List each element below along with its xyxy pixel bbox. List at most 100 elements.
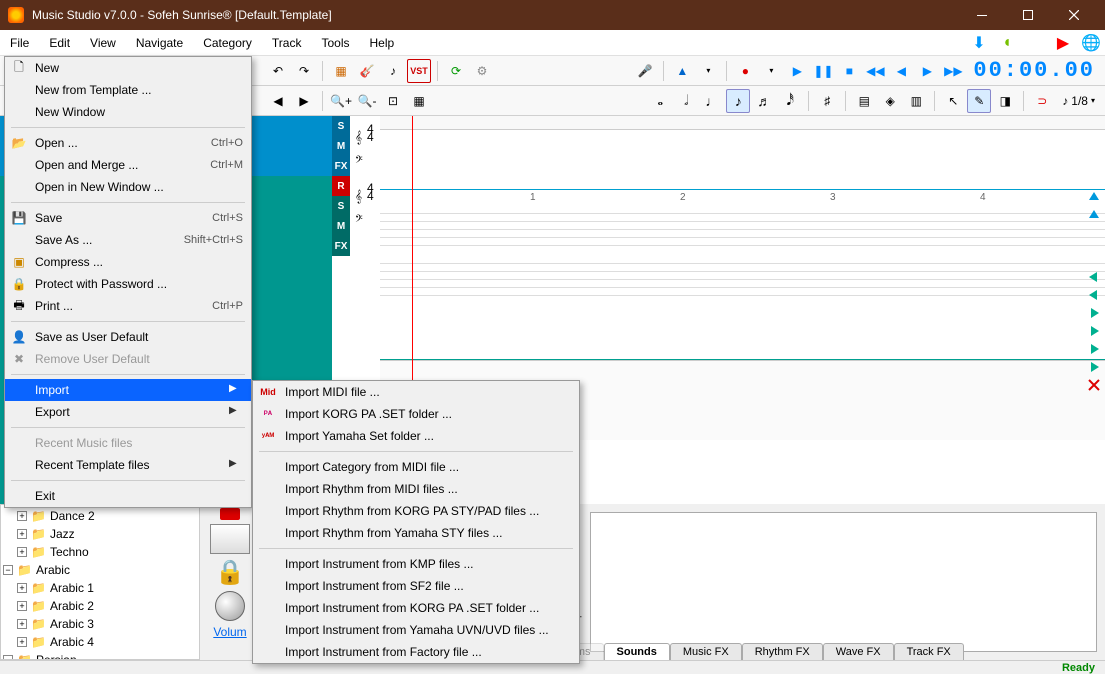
tree-expand-icon[interactable]: + xyxy=(17,583,27,593)
minimize-button[interactable] xyxy=(959,0,1005,30)
import-korg-set[interactable]: ᴾᴬImport KORG PA .SET folder ... xyxy=(253,403,579,425)
delete-icon[interactable] xyxy=(1087,378,1101,392)
arrow-right-icon[interactable] xyxy=(1087,342,1101,356)
tab-music-fx[interactable]: Music FX xyxy=(670,643,742,660)
track1-solo[interactable]: S xyxy=(332,116,350,136)
zoom-in-icon[interactable]: 🔍+ xyxy=(329,89,353,113)
play-button[interactable]: ▶ xyxy=(785,59,809,83)
quarter-note-icon[interactable]: ♩ xyxy=(700,89,724,113)
record-dropdown-icon[interactable]: ▾ xyxy=(759,59,783,83)
import-instrument-factory[interactable]: Import Instrument from Factory file ... xyxy=(253,641,579,663)
menu-save[interactable]: 💾SaveCtrl+S xyxy=(5,207,251,229)
import-rhythm-korg[interactable]: Import Rhythm from KORG PA STY/PAD files… xyxy=(253,500,579,522)
eraser-tool-icon[interactable]: ◨ xyxy=(993,89,1017,113)
description-box[interactable] xyxy=(590,512,1097,652)
close-button[interactable] xyxy=(1051,0,1097,30)
grid-a-icon[interactable]: ▤ xyxy=(852,89,876,113)
menu-open[interactable]: 📂Open ...Ctrl+O xyxy=(5,132,251,154)
snap-icon[interactable]: ⊃ xyxy=(1030,89,1054,113)
undo-icon[interactable]: ↶ xyxy=(266,59,290,83)
grid-b-icon[interactable]: ◈ xyxy=(878,89,902,113)
download-icon[interactable]: ⬇ xyxy=(965,30,993,55)
menu-open-new-window[interactable]: Open in New Window ... xyxy=(5,176,251,198)
note-value-selector[interactable]: ♪1/8▾ xyxy=(1056,94,1101,108)
import-midi[interactable]: MidImport MIDI file ... xyxy=(253,381,579,403)
import-rhythm-yamaha[interactable]: Import Rhythm from Yamaha STY files ... xyxy=(253,522,579,544)
arrow-right-icon[interactable] xyxy=(1087,360,1101,374)
tree-expand-icon[interactable]: + xyxy=(17,547,27,557)
menu-category[interactable]: Category xyxy=(193,30,262,55)
volume-link[interactable]: Volum xyxy=(213,625,246,639)
zoom-sel-icon[interactable]: ⊡ xyxy=(381,89,405,113)
sixteenth-note-icon[interactable]: ♬ xyxy=(752,89,776,113)
record-button[interactable]: ● xyxy=(733,59,757,83)
forward-end-button[interactable]: ▶▶ xyxy=(941,59,965,83)
keyboard-icon[interactable] xyxy=(210,524,250,554)
half-note-icon[interactable]: 𝅗𝅥 xyxy=(674,89,698,113)
arrow-up-icon[interactable] xyxy=(1087,208,1101,222)
tree-expand-icon[interactable]: + xyxy=(17,529,27,539)
track2-solo[interactable]: S xyxy=(332,196,350,216)
import-instrument-sf2[interactable]: Import Instrument from SF2 file ... xyxy=(253,575,579,597)
forward-button[interactable]: ▶ xyxy=(915,59,939,83)
menu-edit[interactable]: Edit xyxy=(39,30,80,55)
import-rhythm-midi[interactable]: Import Rhythm from MIDI files ... xyxy=(253,478,579,500)
sharp-icon[interactable]: ♯ xyxy=(815,89,839,113)
track2-mute[interactable]: M xyxy=(332,216,350,236)
metronome-icon[interactable]: ▲ xyxy=(670,59,694,83)
metronome-dropdown-icon[interactable]: ▾ xyxy=(696,59,720,83)
menu-protect[interactable]: 🔒Protect with Password ... xyxy=(5,273,251,295)
import-yamaha-set[interactable]: ʸᴬᴹImport Yamaha Set folder ... xyxy=(253,425,579,447)
import-instrument-kmp[interactable]: Import Instrument from KMP files ... xyxy=(253,553,579,575)
whole-note-icon[interactable]: 𝅝 xyxy=(648,89,672,113)
track1-mute[interactable]: M xyxy=(332,136,350,156)
mixer-icon[interactable]: ▦ xyxy=(329,59,353,83)
track2-fx[interactable]: FX xyxy=(332,236,350,256)
track2-record[interactable]: R xyxy=(332,176,350,196)
rewind-button[interactable]: ◀ xyxy=(889,59,913,83)
vst-icon[interactable]: VST xyxy=(407,59,431,83)
menu-tools[interactable]: Tools xyxy=(311,30,359,55)
category-tree[interactable]: +📁Dance 2 +📁Jazz +📁Techno −📁Arabic +📁Ara… xyxy=(0,504,200,660)
redo-icon[interactable]: ↷ xyxy=(292,59,316,83)
menu-exit[interactable]: Exit xyxy=(5,485,251,507)
menu-view[interactable]: View xyxy=(80,30,126,55)
pause-button[interactable]: ❚❚ xyxy=(811,59,835,83)
tab-rhythm-fx[interactable]: Rhythm FX xyxy=(742,643,823,660)
import-category-midi[interactable]: Import Category from MIDI file ... xyxy=(253,456,579,478)
guitar-icon[interactable]: 🎸 xyxy=(355,59,379,83)
tab-sounds[interactable]: Sounds xyxy=(604,643,670,660)
globe-icon[interactable]: 🌐 xyxy=(1077,30,1105,55)
android-icon[interactable]: ◖ xyxy=(993,30,1021,55)
timeline-lane-2[interactable]: 1 2 3 4 xyxy=(380,190,1105,360)
tree-expand-icon[interactable]: + xyxy=(17,619,27,629)
import-instrument-yamaha[interactable]: Import Instrument from Yamaha UVN/UVD fi… xyxy=(253,619,579,641)
eighth-note-icon[interactable]: ♪ xyxy=(726,89,750,113)
menu-import[interactable]: Import▶ xyxy=(5,379,251,401)
menu-help[interactable]: Help xyxy=(359,30,404,55)
timeline-ruler[interactable] xyxy=(380,116,1105,130)
menu-compress[interactable]: ▣Compress ... xyxy=(5,251,251,273)
arrow-tool-icon[interactable]: ↖ xyxy=(941,89,965,113)
menu-file[interactable]: File xyxy=(0,30,39,55)
menu-recent-templates[interactable]: Recent Template files▶ xyxy=(5,454,251,476)
thirtysecond-note-icon[interactable]: 𝅘𝅥𝅰 xyxy=(778,89,802,113)
pencil-tool-icon[interactable]: ✎ xyxy=(967,89,991,113)
mic-icon[interactable]: 🎤 xyxy=(633,59,657,83)
menu-remove-default[interactable]: ✖Remove User Default xyxy=(5,348,251,370)
track1-fx[interactable]: FX xyxy=(332,156,350,176)
menu-save-as[interactable]: Save As ...Shift+Ctrl+S xyxy=(5,229,251,251)
grid-icon[interactable]: ▦ xyxy=(407,89,431,113)
timeline-lane-1[interactable] xyxy=(380,130,1105,190)
tree-expand-icon[interactable]: + xyxy=(17,637,27,647)
lock-icon[interactable]: 🔒 xyxy=(215,558,245,587)
volume-knob[interactable] xyxy=(215,591,245,621)
import-instrument-korg[interactable]: Import Instrument from KORG PA .SET fold… xyxy=(253,597,579,619)
menu-open-merge[interactable]: Open and Merge ...Ctrl+M xyxy=(5,154,251,176)
tab-wave-fx[interactable]: Wave FX xyxy=(823,643,894,660)
menu-print[interactable]: 🖶Print ...Ctrl+P xyxy=(5,295,251,317)
arrow-left-icon[interactable] xyxy=(1087,270,1101,284)
stop-button[interactable]: ■ xyxy=(837,59,861,83)
tree-expand-icon[interactable]: + xyxy=(17,511,27,521)
menu-export[interactable]: Export▶ xyxy=(5,401,251,423)
